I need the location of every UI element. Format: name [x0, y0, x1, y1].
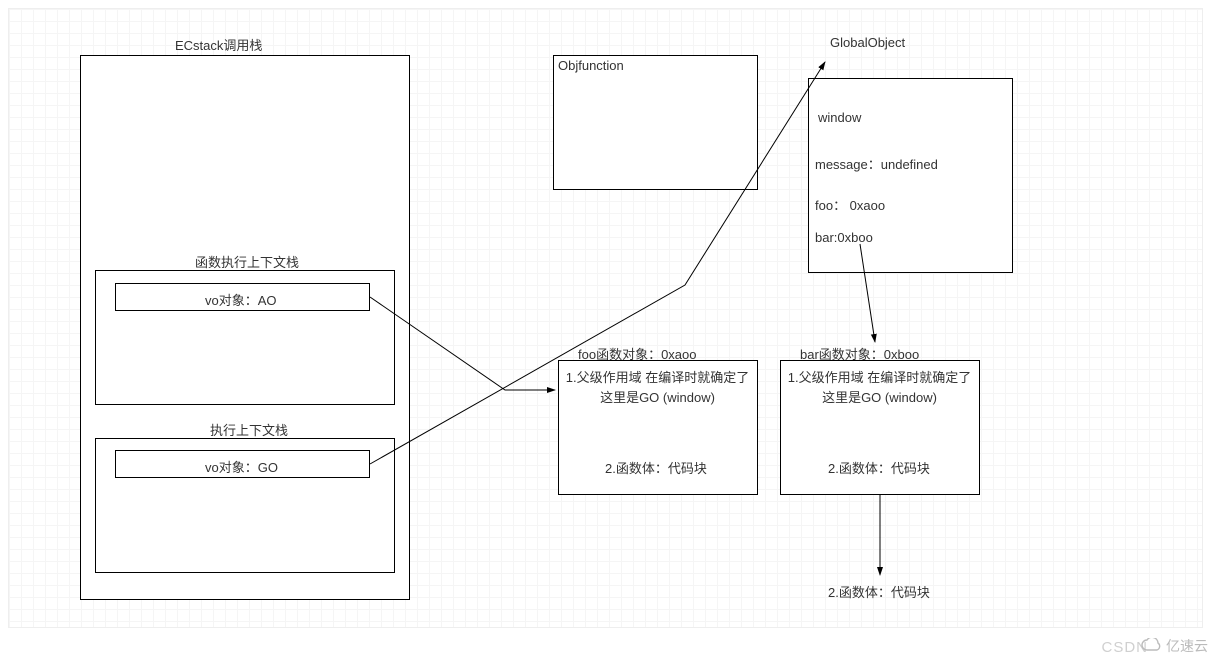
brand-text: 亿速云 — [1166, 636, 1208, 656]
foo-line2: 2.函数体：代码块 — [605, 458, 707, 477]
globalobject-title: GlobalObject — [830, 35, 905, 50]
ecstack-title: ECstack调用栈 — [175, 35, 262, 54]
objfunction-box — [553, 55, 758, 190]
objfunction-title: Objfunction — [558, 58, 624, 73]
go-bar: bar:0xboo — [815, 230, 873, 245]
exec-ctx-vo: vo对象：GO — [205, 457, 278, 476]
bar-line1: 1.父级作用域 在编译时就确定了 这里是GO (window) — [787, 368, 972, 407]
func-ctx-title: 函数执行上下文栈 — [195, 252, 299, 271]
foo-line1: 1.父级作用域 在编译时就确定了 这里是GO (window) — [565, 368, 750, 407]
func-ctx-vo: vo对象：AO — [205, 290, 277, 309]
brand-logo: 亿速云 — [1141, 636, 1208, 656]
go-message: message：undefined — [815, 154, 938, 173]
bar-line2: 2.函数体：代码块 — [828, 458, 930, 477]
go-foo: foo： 0xaoo — [815, 195, 885, 214]
go-window: window — [818, 110, 861, 125]
floating-label: 2.函数体：代码块 — [828, 582, 930, 601]
exec-ctx-title: 执行上下文栈 — [210, 420, 288, 439]
